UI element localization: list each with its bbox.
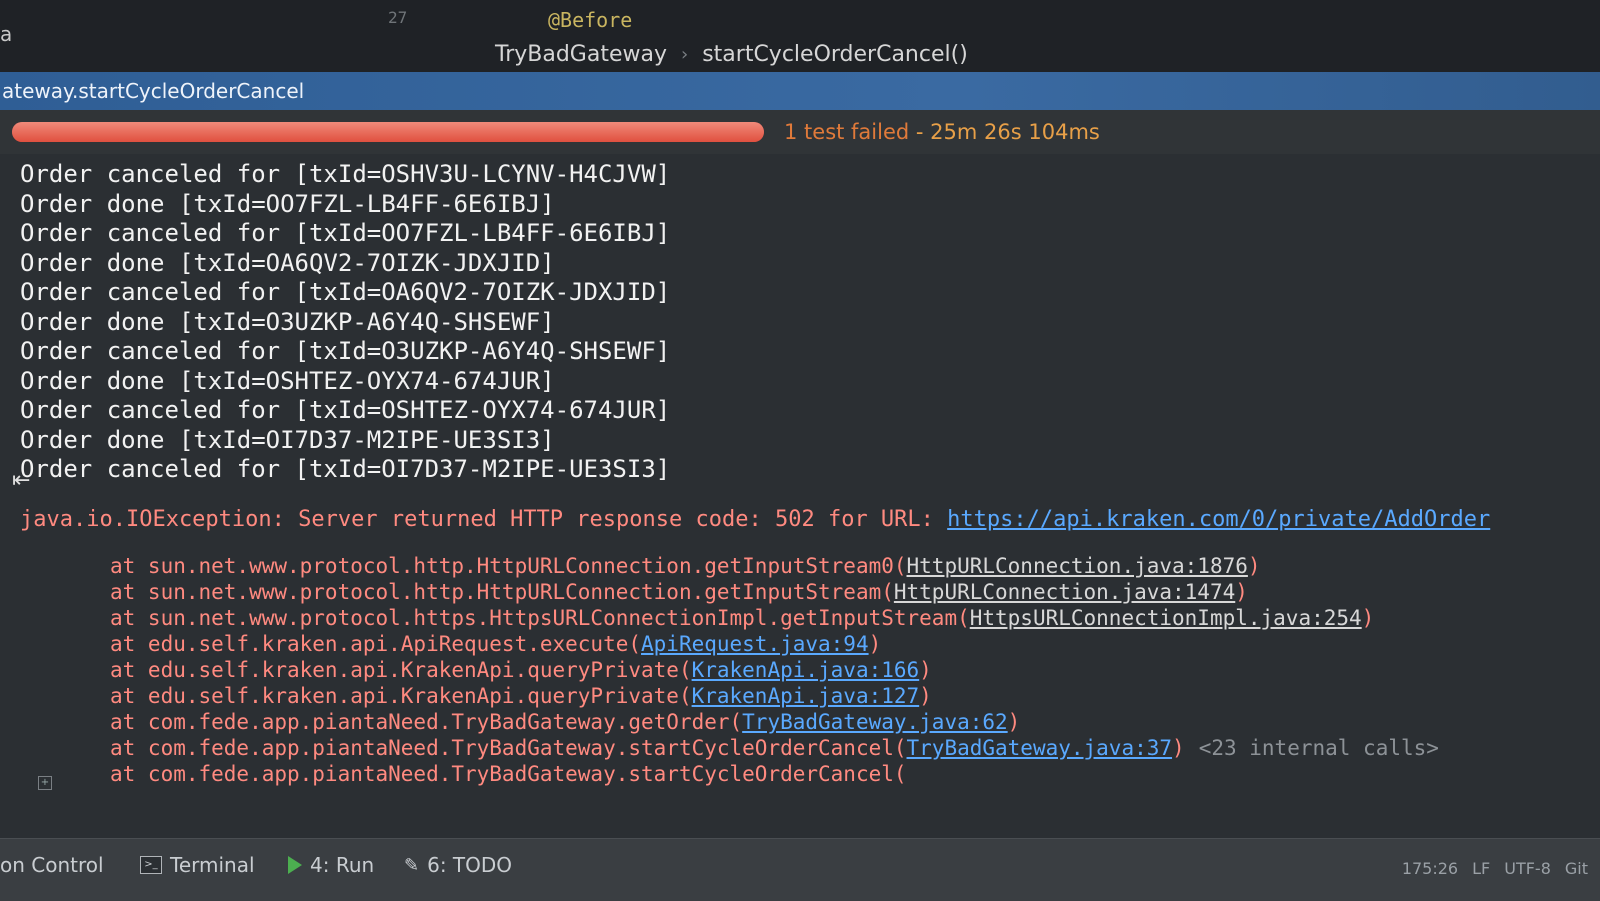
breadcrumb-class[interactable]: TryBadGateway	[495, 42, 667, 67]
stack-frame-method: at sun.net.www.protocol.http.HttpURLConn…	[110, 553, 907, 578]
stack-frame: at edu.self.kraken.api.KrakenApi.queryPr…	[110, 657, 1580, 683]
run-config-label: ateway.startCycleOrderCancel	[2, 79, 305, 103]
log-line: Order canceled for [txId=OI7D37-M2IPE-UE…	[20, 455, 671, 483]
exception-line: java.io.IOException: Server returned HTT…	[20, 505, 1580, 535]
code-annotation: @Before	[548, 8, 633, 32]
run-label: 4: Run	[310, 853, 375, 877]
expand-icon[interactable]: +	[38, 776, 52, 790]
stack-frame-close: )	[919, 657, 932, 682]
console-output: Order canceled for [txId=OSHV3U-LCYNV-H4…	[20, 160, 1580, 840]
stack-frame-close: )	[868, 631, 882, 656]
stack-frame-source-link[interactable]: HttpURLConnection.java:1876	[907, 554, 1248, 578]
vcs-branch[interactable]: Git	[1565, 859, 1588, 878]
stack-frame-method: at sun.net.www.protocol.http.HttpURLConn…	[110, 579, 894, 604]
stack-frame-close: )	[1361, 605, 1375, 630]
stack-frame-close: )	[1247, 553, 1261, 578]
log-line: Order done [txId=OA6QV2-7OIZK-JDXJID]	[20, 248, 555, 277]
stack-frame: at sun.net.www.protocol.http.HttpURLConn…	[110, 553, 1580, 579]
terminal-icon: >_	[140, 856, 162, 874]
log-line: Order canceled for [txId=OSHTEZ-OYX74-67…	[20, 396, 671, 424]
stack-frame-source-link[interactable]: HttpsURLConnectionImpl.java:254	[970, 606, 1362, 630]
todo-icon: ✎	[404, 854, 420, 876]
tool-window-bar: on Control >_ Terminal 4: Run ✎ 6: TODO …	[0, 838, 1600, 901]
log-lines: Order canceled for [txId=OSHV3U-LCYNV-H4…	[20, 160, 1580, 485]
test-failed-label: 1 test failed	[784, 120, 910, 144]
stack-frame: at edu.self.kraken.api.KrakenApi.queryPr…	[110, 683, 1580, 709]
stack-frame: at com.fede.app.piantaNeed.TryBadGateway…	[110, 735, 1580, 761]
stack-frame-close: )	[1235, 579, 1248, 604]
version-control-button[interactable]: on Control	[0, 853, 104, 877]
stack-frame-method: at edu.self.kraken.api.ApiRequest.execut…	[110, 631, 642, 656]
log-line: Order canceled for [txId=OA6QV2-7OIZK-JD…	[20, 278, 671, 306]
test-duration: - 25m 26s 104ms	[915, 120, 1100, 144]
test-status-text: 1 test failed - 25m 26s 104ms	[784, 120, 1100, 144]
breadcrumb-method[interactable]: startCycleOrderCancel()	[702, 42, 968, 67]
test-progress-fill	[12, 122, 764, 142]
stack-frame: at com.fede.app.piantaNeed.TryBadGateway…	[110, 761, 1580, 787]
file-encoding[interactable]: UTF-8	[1504, 859, 1551, 878]
log-line: Order canceled for [txId=O3UZKP-A6Y4Q-SH…	[20, 337, 671, 365]
status-bar-right: 175:26 LF UTF-8 Git	[1402, 859, 1588, 878]
stack-frame: at sun.net.www.protocol.https.HttpsURLCo…	[110, 605, 1580, 631]
run-config-tab[interactable]: ateway.startCycleOrderCancel	[0, 72, 1600, 110]
stack-frame-close: )	[1172, 735, 1185, 760]
stack-frame-source-link[interactable]: TryBadGateway.java:37	[907, 736, 1173, 760]
stack-frame-source-link[interactable]: KrakenApi.java:166	[692, 658, 920, 682]
run-icon	[288, 856, 302, 874]
editor-header: a 27 @Before TryBadGateway › startCycleO…	[0, 0, 1600, 72]
run-button[interactable]: 4: Run	[288, 853, 374, 877]
stack-frame-source-link[interactable]: TryBadGateway.java:62	[742, 710, 1008, 734]
stack-frame-method: at edu.self.kraken.api.KrakenApi.queryPr…	[110, 657, 692, 682]
stack-frame: at sun.net.www.protocol.http.HttpURLConn…	[110, 579, 1580, 605]
stack-frame: at edu.self.kraken.api.ApiRequest.execut…	[110, 631, 1580, 657]
stack-frame-close: )	[1007, 709, 1021, 734]
stack-trace: at sun.net.www.protocol.http.HttpURLConn…	[110, 553, 1580, 787]
stack-frame-source-link[interactable]: KrakenApi.java:127	[692, 684, 920, 708]
todo-button[interactable]: ✎ 6: TODO	[404, 853, 512, 877]
stack-frame-source-link[interactable]: HttpURLConnection.java:1474	[894, 580, 1235, 604]
editor-left-fragment: a	[0, 22, 13, 46]
test-status-row: 1 test failed - 25m 26s 104ms	[0, 110, 1600, 154]
terminal-label: Terminal	[170, 853, 255, 877]
stack-frame-close: )	[919, 683, 932, 708]
exception-url-link[interactable]: https://api.kraken.com/0/private/AddOrde…	[947, 507, 1490, 532]
breadcrumb-separator-icon: ›	[681, 44, 689, 65]
line-separator[interactable]: LF	[1472, 859, 1490, 878]
stack-frame: at com.fede.app.piantaNeed.TryBadGateway…	[110, 709, 1580, 735]
stack-frame-method: at edu.self.kraken.api.KrakenApi.queryPr…	[110, 683, 692, 708]
caret-position[interactable]: 175:26	[1402, 859, 1458, 878]
log-line: Order done [txId=OI7D37-M2IPE-UE3SI3]	[20, 425, 555, 454]
gutter-line-number: 27	[388, 8, 408, 27]
exception-text: java.io.IOException: Server returned HTT…	[20, 506, 948, 532]
breadcrumb: TryBadGateway › startCycleOrderCancel()	[495, 42, 968, 67]
stack-frame-source-link[interactable]: ApiRequest.java:94	[641, 632, 869, 656]
log-line: Order done [txId=O3UZKP-A6Y4Q-SHSEWF]	[20, 307, 555, 336]
test-progress-bar	[12, 122, 764, 142]
log-line: Order canceled for [txId=OO7FZL-LB4FF-6E…	[20, 219, 671, 247]
stack-frame-method: at com.fede.app.piantaNeed.TryBadGateway…	[110, 735, 907, 760]
log-line: Order done [txId=OSHTEZ-OYX74-674JUR]	[20, 366, 555, 395]
stack-frame-method: at com.fede.app.piantaNeed.TryBadGateway…	[110, 761, 907, 786]
stack-frame-method: at sun.net.www.protocol.https.HttpsURLCo…	[110, 605, 970, 630]
log-line: Order canceled for [txId=OSHV3U-LCYNV-H4…	[20, 160, 671, 188]
stack-frame-method: at com.fede.app.piantaNeed.TryBadGateway…	[110, 709, 743, 734]
terminal-button[interactable]: >_ Terminal	[140, 853, 255, 877]
log-line: Order done [txId=OO7FZL-LB4FF-6E6IBJ]	[20, 189, 555, 218]
todo-label: 6: TODO	[427, 853, 513, 877]
version-control-label: on Control	[0, 853, 104, 877]
internal-calls-fold[interactable]: <23 internal calls>	[1199, 736, 1439, 760]
